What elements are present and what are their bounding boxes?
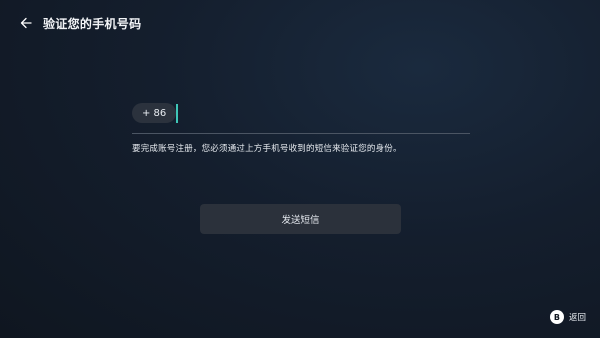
page-title: 验证您的手机号码 [43, 16, 142, 31]
b-button-icon: B [549, 310, 564, 324]
verification-hint: 要完成账号注册，您必须通过上方手机号收到的短信来验证您的身份。 [132, 144, 402, 154]
country-code-selector[interactable]: + 86 [132, 103, 177, 123]
phone-number-input[interactable] [180, 103, 460, 123]
back-hint[interactable]: B 返回 [549, 310, 586, 324]
header: 验证您的手机号码 [18, 12, 141, 34]
text-caret [176, 104, 178, 123]
input-underline [132, 133, 470, 134]
send-sms-button[interactable]: 发送短信 [200, 204, 401, 234]
back-button[interactable] [18, 15, 34, 31]
back-label: 返回 [568, 313, 586, 323]
phone-row: + 86 [132, 102, 470, 124]
arrow-left-icon [20, 17, 32, 29]
